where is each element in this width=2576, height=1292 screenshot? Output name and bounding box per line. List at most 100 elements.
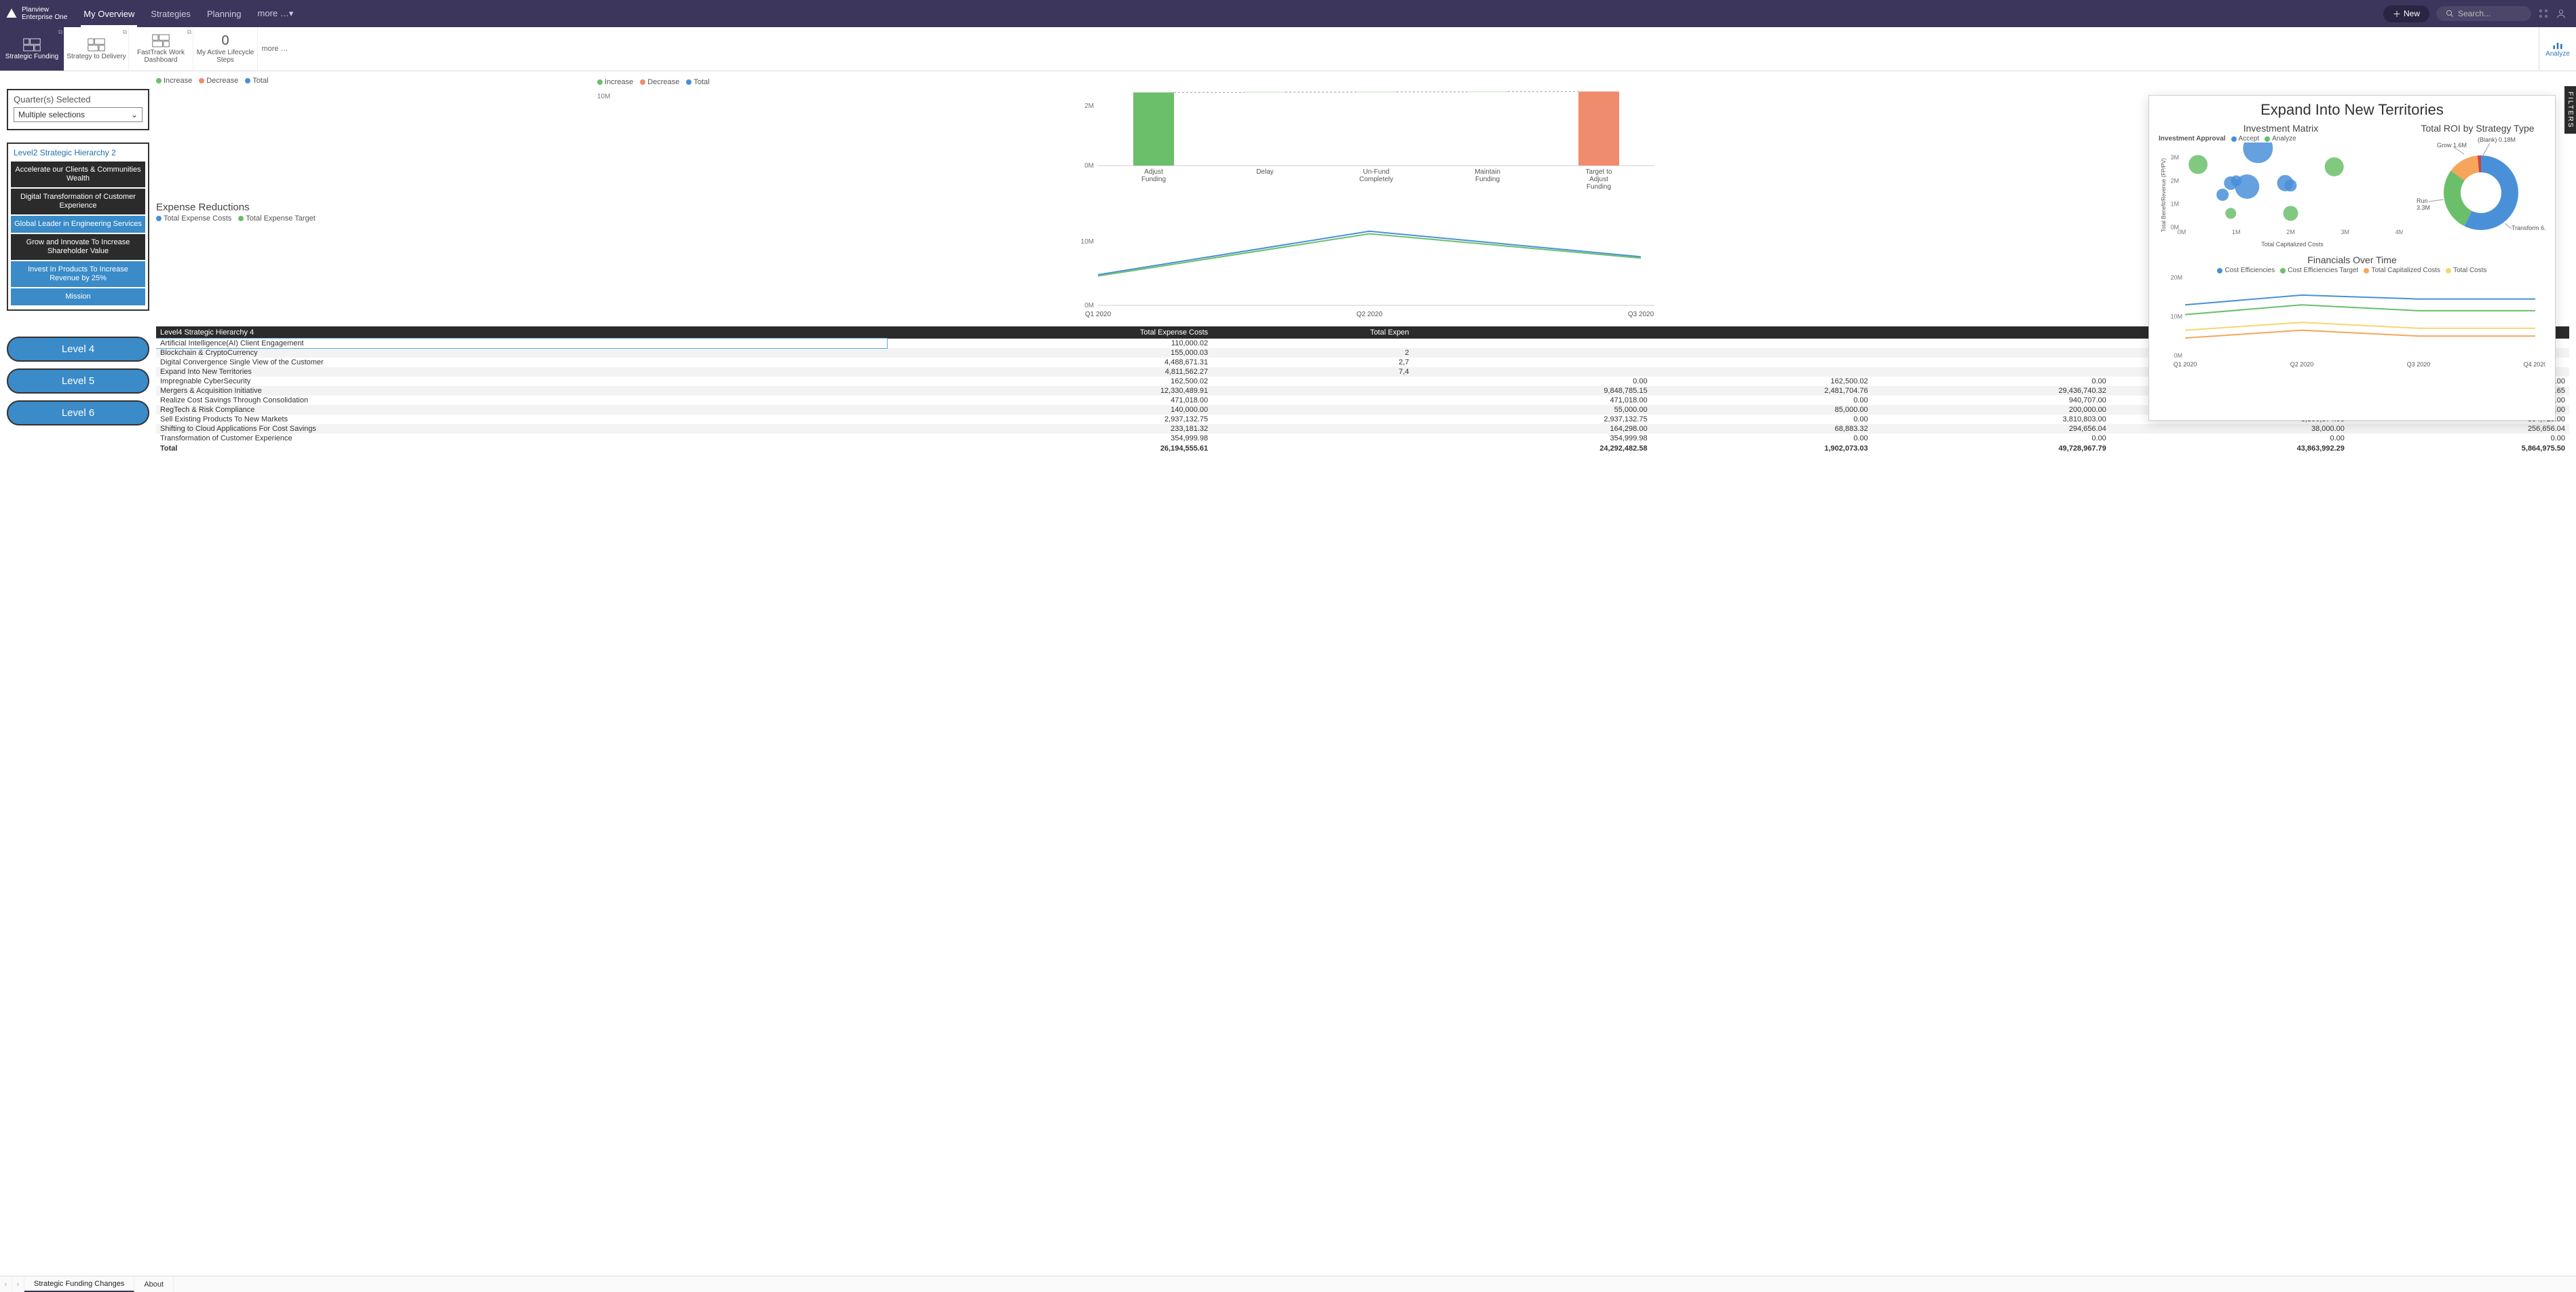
topbar: Planview Enterprise One My Overview Stra…	[0, 0, 2576, 27]
quarter-slicer-title: Quarter(s) Selected	[14, 94, 143, 104]
popout-icon[interactable]: ⧉	[187, 28, 191, 36]
apps-icon[interactable]	[2538, 8, 2549, 19]
hierarchy-slicer: Level2 Strategic Hierarchy 2 Accelerate …	[7, 142, 149, 311]
svg-text:Completely: Completely	[1359, 176, 1393, 183]
svg-text:1M: 1M	[2170, 201, 2179, 208]
tab-strategic-funding-changes[interactable]: Strategic Funding Changes	[24, 1276, 134, 1292]
analyze-button[interactable]: Analyze	[2539, 27, 2576, 71]
bottom-tabs: ‹ › Strategic Funding Changes About	[0, 1276, 2576, 1292]
nav-planning[interactable]: Planning	[199, 0, 250, 27]
svg-text:Transform 6.84M: Transform 6.84M	[2512, 225, 2545, 231]
brand-line2: Enterprise One	[22, 14, 67, 21]
search-icon	[2446, 10, 2454, 18]
svg-text:Maintain: Maintain	[1475, 168, 1500, 176]
top-nav: My Overview Strategies Planning more …▾	[75, 0, 301, 27]
top-utility-icons	[2538, 8, 2571, 19]
svg-text:Run: Run	[2417, 197, 2428, 204]
table-row[interactable]: Shifting to Cloud Applications For Cost …	[156, 424, 2569, 434]
user-icon[interactable]	[2556, 8, 2566, 19]
svg-text:0M: 0M	[1084, 162, 1094, 170]
chevron-down-icon: ⌄	[131, 110, 138, 119]
svg-text:1M: 1M	[2232, 229, 2241, 235]
nav-strategies[interactable]: Strategies	[143, 0, 199, 27]
search-input[interactable]: Search...	[2436, 6, 2531, 21]
svg-text:0M: 0M	[2170, 224, 2179, 231]
ribbon-more[interactable]: more …	[258, 27, 292, 71]
ribbon-tab-strategy-to-delivery[interactable]: ⧉ Strategy to Delivery	[64, 27, 129, 71]
brand-logo[interactable]: Planview Enterprise One	[5, 6, 75, 21]
svg-text:Adjust: Adjust	[1589, 176, 1608, 183]
hierarchy-title: Level2 Strategic Hierarchy 2	[11, 147, 145, 162]
hierarchy-item[interactable]: Digital Transformation of Customer Exper…	[11, 189, 145, 214]
brand-line1: Planview	[22, 6, 67, 14]
investment-matrix-chart: Investment Matrix Investment Approval Ac…	[2159, 123, 2403, 252]
svg-text:2M: 2M	[1084, 102, 1094, 110]
table-row[interactable]: Transformation of Customer Experience354…	[156, 434, 2569, 443]
svg-text:Grow 1.6M: Grow 1.6M	[2437, 142, 2467, 149]
overlay-title: Expand Into New Territories	[2159, 101, 2545, 119]
right-ytick: 10M	[597, 93, 710, 100]
tab-about[interactable]: About	[134, 1276, 174, 1292]
hierarchy-item[interactable]: Grow and Innovate To Increase Shareholde…	[11, 234, 145, 260]
svg-text:2M: 2M	[2170, 177, 2179, 184]
svg-text:3.3M: 3.3M	[2417, 204, 2430, 211]
drillthrough-overlay: Expand Into New Territories Investment M…	[2148, 95, 2556, 421]
svg-text:Q3 2020: Q3 2020	[1628, 311, 1654, 318]
nav-my-overview[interactable]: My Overview	[75, 0, 143, 27]
level-button[interactable]: Level 4	[7, 337, 149, 362]
ribbon-tab-strategic-funding[interactable]: ⧉ Strategic Funding	[0, 27, 64, 71]
hierarchy-item[interactable]: Accelerate our Clients & Communities Wea…	[11, 162, 145, 187]
svg-text:3M: 3M	[2341, 229, 2349, 235]
dashboard-icon	[23, 38, 41, 52]
hierarchy-item[interactable]: Global Leader in Engineering Services	[11, 216, 145, 233]
hierarchy-item[interactable]: Mission	[11, 288, 145, 305]
sidebar: Quarter(s) Selected Multiple selections …	[7, 77, 149, 1270]
svg-text:0M: 0M	[1084, 302, 1094, 309]
planview-logo-icon	[5, 7, 18, 20]
svg-text:Un-Fund: Un-Fund	[1363, 168, 1390, 176]
svg-text:Funding: Funding	[1587, 183, 1611, 191]
svg-text:20M: 20M	[2170, 274, 2182, 281]
popout-icon[interactable]: ⧉	[58, 28, 62, 36]
svg-text:Q1 2020: Q1 2020	[1085, 311, 1112, 318]
financials-chart: Financials Over Time Cost EfficienciesCo…	[2159, 254, 2545, 415]
svg-text:Total Capitalized Costs: Total Capitalized Costs	[2261, 241, 2324, 248]
dashboard-icon	[88, 38, 105, 52]
level-button[interactable]: Level 5	[7, 368, 149, 394]
waterfall-legend: IncreaseDecreaseTotal	[156, 77, 2569, 85]
svg-text:Target to: Target to	[1586, 168, 1612, 176]
svg-text:(Blank) 0.18M: (Blank) 0.18M	[2478, 136, 2516, 143]
svg-text:10M: 10M	[1081, 238, 1094, 246]
new-button[interactable]: ＋ New	[2383, 5, 2429, 22]
level-button[interactable]: Level 6	[7, 400, 149, 425]
tab-next[interactable]: ›	[12, 1276, 24, 1292]
tab-prev[interactable]: ‹	[0, 1276, 12, 1292]
svg-text:2M: 2M	[2286, 229, 2295, 235]
svg-text:0M: 0M	[2174, 352, 2182, 359]
main-dashboard: FILTERS Quarter(s) Selected Multiple sel…	[0, 71, 2576, 1276]
dashboard-icon	[152, 34, 170, 48]
popout-icon[interactable]: ⧉	[123, 28, 127, 36]
svg-text:Delay: Delay	[1256, 168, 1274, 176]
svg-text:4M: 4M	[2395, 229, 2403, 235]
svg-text:Q3 2020: Q3 2020	[2407, 361, 2431, 368]
filters-tab[interactable]: FILTERS	[2564, 86, 2576, 134]
svg-text:Total Benefit/Revenue (FP/PV): Total Benefit/Revenue (FP/PV)	[2161, 158, 2167, 232]
svg-text:Funding: Funding	[1141, 176, 1166, 183]
quarter-slicer: Quarter(s) Selected Multiple selections …	[7, 89, 149, 130]
nav-more[interactable]: more …▾	[250, 0, 302, 27]
quarter-dropdown[interactable]: Multiple selections ⌄	[14, 107, 143, 122]
svg-text:Funding: Funding	[1475, 176, 1500, 183]
svg-text:Q1 2020: Q1 2020	[2174, 361, 2197, 368]
bar-chart-icon	[2552, 41, 2563, 50]
svg-text:Adjust: Adjust	[1144, 168, 1163, 176]
svg-text:3M: 3M	[2170, 154, 2179, 161]
roi-donut-chart: Total ROI by Strategy Type Transform 6.8…	[2410, 123, 2545, 252]
lifecycle-count: 0	[221, 34, 229, 48]
ribbon: ⧉ Strategic Funding ⧉ Strategy to Delive…	[0, 27, 2576, 71]
ribbon-tab-fasttrack[interactable]: ⧉ FastTrack Work Dashboard	[129, 27, 193, 71]
ribbon-tab-lifecycle-steps[interactable]: 0 My Active Lifecycle Steps	[193, 27, 258, 71]
svg-text:10M: 10M	[2170, 314, 2182, 320]
svg-text:Q2 2020: Q2 2020	[2290, 361, 2314, 368]
hierarchy-item[interactable]: Invest In Products To Increase Revenue b…	[11, 261, 145, 287]
